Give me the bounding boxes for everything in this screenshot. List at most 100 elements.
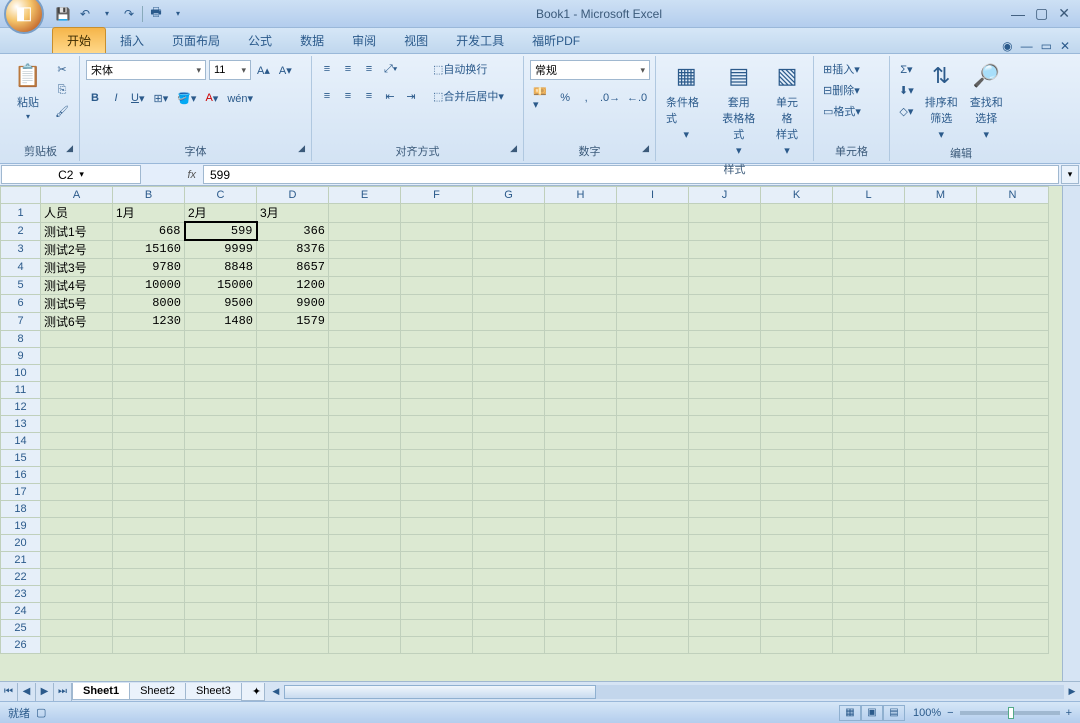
cell[interactable]	[761, 381, 833, 398]
cell[interactable]	[761, 258, 833, 276]
decrease-decimal-icon[interactable]: ←.0	[625, 89, 649, 107]
cell[interactable]	[113, 636, 185, 653]
cell[interactable]	[473, 258, 545, 276]
minimize-button[interactable]: —	[1011, 6, 1025, 22]
indent-increase-icon[interactable]: ⇥	[402, 87, 420, 105]
cell[interactable]	[617, 222, 689, 240]
macro-record-icon[interactable]: ▢	[36, 706, 46, 719]
cell[interactable]	[473, 585, 545, 602]
cell[interactable]	[401, 602, 473, 619]
cell[interactable]: 9900	[257, 294, 329, 312]
cell[interactable]	[257, 330, 329, 347]
cell[interactable]	[977, 636, 1049, 653]
maximize-button[interactable]: ▢	[1035, 5, 1048, 22]
cell[interactable]: 人员	[41, 204, 113, 223]
cell[interactable]	[401, 381, 473, 398]
cell[interactable]	[617, 294, 689, 312]
format-cells-button[interactable]: ▭ 格式▾	[820, 102, 882, 120]
cell[interactable]	[905, 398, 977, 415]
cell[interactable]	[185, 381, 257, 398]
tab-formula[interactable]: 公式	[234, 28, 286, 53]
cell[interactable]	[185, 517, 257, 534]
cell[interactable]	[977, 585, 1049, 602]
cell[interactable]	[329, 294, 401, 312]
zoom-in-icon[interactable]: +	[1066, 707, 1072, 719]
cell[interactable]	[41, 602, 113, 619]
align-center-icon[interactable]: ≡	[339, 87, 357, 105]
cell[interactable]	[761, 347, 833, 364]
cell[interactable]	[473, 222, 545, 240]
cell[interactable]	[689, 276, 761, 294]
cell[interactable]	[545, 568, 617, 585]
cell[interactable]	[473, 432, 545, 449]
save-icon[interactable]: 💾	[54, 5, 72, 23]
cell[interactable]	[473, 517, 545, 534]
cell[interactable]	[473, 204, 545, 223]
cell[interactable]	[689, 204, 761, 223]
cell[interactable]	[905, 534, 977, 551]
cell[interactable]	[689, 568, 761, 585]
cell[interactable]	[617, 347, 689, 364]
cell[interactable]	[761, 398, 833, 415]
cell[interactable]	[473, 636, 545, 653]
cell[interactable]	[113, 466, 185, 483]
cell[interactable]	[833, 432, 905, 449]
cell[interactable]	[617, 330, 689, 347]
cell[interactable]	[761, 222, 833, 240]
font-color-button[interactable]: A▾	[202, 89, 221, 107]
cell[interactable]	[905, 432, 977, 449]
cell[interactable]	[41, 415, 113, 432]
tab-insert[interactable]: 插入	[106, 28, 158, 53]
cell[interactable]	[113, 551, 185, 568]
align-top-icon[interactable]: ≡	[318, 60, 336, 78]
merge-center-button[interactable]: ⬚ 合并后居中▾	[430, 87, 530, 105]
cell[interactable]	[401, 449, 473, 466]
cell[interactable]	[401, 500, 473, 517]
cell[interactable]	[257, 568, 329, 585]
cell[interactable]	[617, 568, 689, 585]
cell[interactable]	[545, 534, 617, 551]
cell[interactable]	[257, 551, 329, 568]
cell[interactable]	[545, 398, 617, 415]
doc-restore-button[interactable]: ▭	[1041, 39, 1052, 53]
cell[interactable]	[545, 347, 617, 364]
page-layout-view-icon[interactable]: ▣	[861, 705, 883, 721]
column-header[interactable]: G	[473, 187, 545, 204]
cell[interactable]	[977, 240, 1049, 258]
row-header[interactable]: 6	[1, 294, 41, 312]
cell[interactable]	[617, 204, 689, 223]
cell[interactable]: 1230	[113, 312, 185, 330]
cell[interactable]	[905, 449, 977, 466]
cell[interactable]	[905, 466, 977, 483]
cell[interactable]	[545, 619, 617, 636]
cell[interactable]	[761, 585, 833, 602]
cell[interactable]	[113, 568, 185, 585]
cell[interactable]	[617, 398, 689, 415]
cell[interactable]	[617, 240, 689, 258]
column-header[interactable]: A	[41, 187, 113, 204]
cell[interactable]	[761, 551, 833, 568]
cell[interactable]	[185, 551, 257, 568]
cell[interactable]	[185, 568, 257, 585]
cell[interactable]	[833, 294, 905, 312]
cell[interactable]: 9780	[113, 258, 185, 276]
cell[interactable]	[689, 432, 761, 449]
close-button[interactable]: ✕	[1058, 5, 1070, 22]
cell[interactable]	[473, 415, 545, 432]
cell[interactable]	[689, 551, 761, 568]
cell[interactable]	[545, 276, 617, 294]
cell[interactable]	[41, 449, 113, 466]
cell[interactable]	[257, 517, 329, 534]
row-header[interactable]: 12	[1, 398, 41, 415]
tab-first-icon[interactable]: ⏮	[0, 683, 18, 701]
font-name-combo[interactable]: 宋体▾	[86, 60, 206, 80]
sort-filter-button[interactable]: ⇅排序和 筛选▾	[921, 58, 962, 143]
cell[interactable]	[617, 483, 689, 500]
cell[interactable]	[401, 347, 473, 364]
cell[interactable]	[833, 500, 905, 517]
row-header[interactable]: 19	[1, 517, 41, 534]
cell[interactable]	[545, 636, 617, 653]
cell[interactable]	[257, 449, 329, 466]
find-select-button[interactable]: 🔎查找和 选择▾	[966, 58, 1007, 143]
cell[interactable]	[977, 466, 1049, 483]
